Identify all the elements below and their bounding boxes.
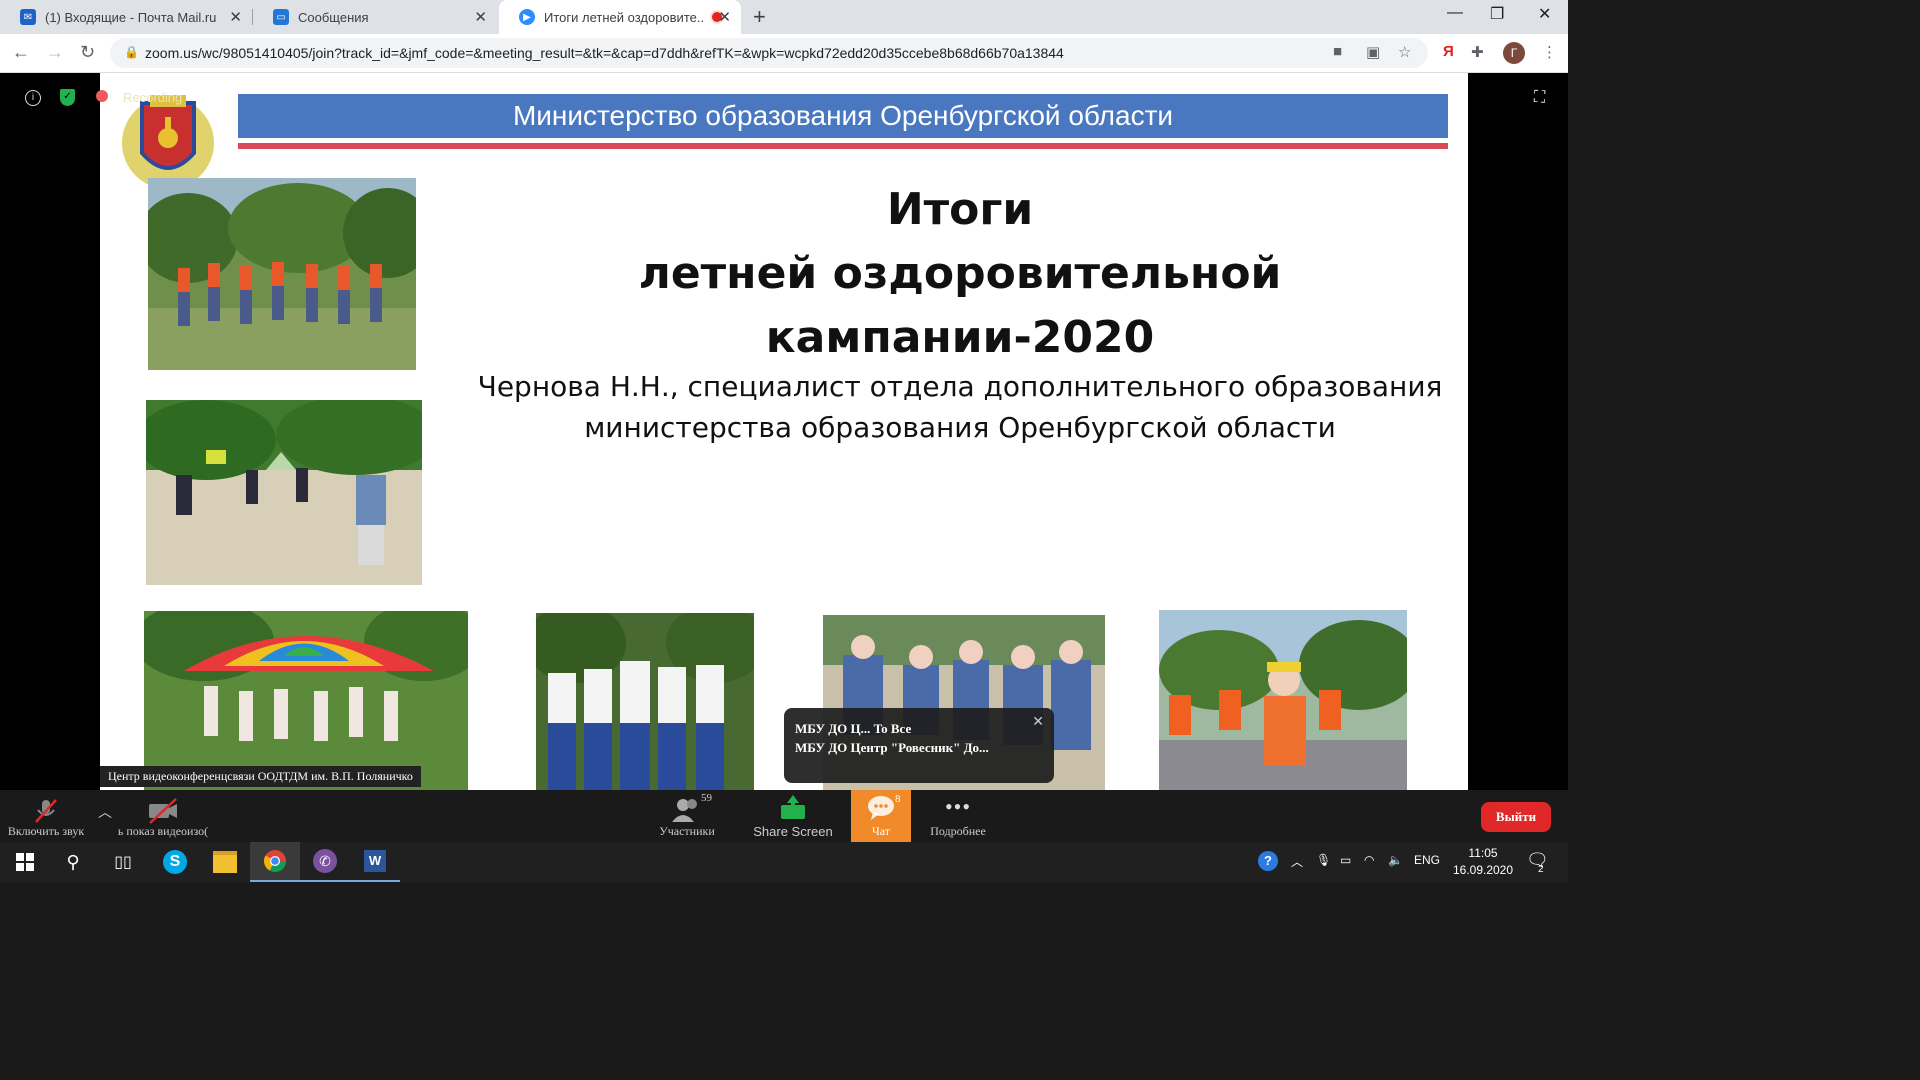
viber-icon[interactable]: ✆ (300, 842, 350, 882)
skype-icon[interactable]: S (150, 842, 200, 882)
recording-indicator-icon (96, 90, 108, 102)
avatar-initial: Г (1510, 46, 1518, 60)
search-icon[interactable]: ⚲ (48, 842, 98, 882)
share-screen-icon (752, 793, 834, 825)
photo-dancing-group (148, 178, 416, 370)
tab-zoom-title: Итоги летней оздоровите... (544, 9, 704, 25)
task-view-icon[interactable]: ▯▯ (98, 842, 148, 882)
microphone-icon[interactable]: 🎙 (1316, 853, 1331, 867)
chat-count-badge: 8 (895, 793, 901, 805)
chat-label: Чат (871, 824, 891, 838)
participants-label: Участники (659, 824, 715, 838)
close-icon[interactable]: ✕ (1032, 714, 1044, 731)
battery-icon[interactable]: ▭ (1340, 853, 1351, 867)
windows-taskbar: ⚲ ▯▯ S ✆ W ? ︿ 🎙 ▭ ◠ 🔈 ENG 11:05 16.09.2… (0, 842, 1568, 882)
address-bar[interactable]: 🔒 zoom.us/wc/98051410405/join?track_id=&… (110, 38, 1428, 68)
tab-mail-title: (1) Входящие - Почта Mail.ru (45, 9, 217, 25)
start-video-button[interactable]: ь показ видеоизо( (116, 790, 210, 842)
photo-girl-microphone (1159, 610, 1407, 790)
new-tab-button[interactable]: + (753, 4, 766, 30)
help-icon[interactable]: ? (1258, 851, 1278, 871)
meeting-view: i ✓ Министерство образования Оренбургско… (0, 73, 1568, 790)
file-explorer-icon[interactable] (200, 842, 250, 882)
shield-icon[interactable]: ✓ (60, 89, 75, 106)
url-text[interactable]: zoom.us/wc/98051410405/join?track_id=&jm… (145, 45, 1064, 61)
ministry-banner: Министерство образования Оренбургской об… (238, 94, 1448, 140)
chevron-up-icon[interactable]: ︿ (1291, 853, 1303, 870)
info-icon[interactable]: i (25, 90, 41, 106)
mail-icon: ✉ (20, 9, 36, 25)
tab-zoom[interactable]: ▶ Итоги летней оздоровите... ✕ (499, 0, 741, 34)
browser-tab-bar: ✉ (1) Входящие - Почта Mail.ru ✕ ▭ Сообщ… (0, 0, 1568, 34)
close-icon[interactable]: ✕ (474, 8, 487, 26)
shared-slide: Министерство образования Оренбургской об… (100, 73, 1468, 790)
fullscreen-icon[interactable]: ⛶ (1534, 89, 1545, 107)
translate-icon[interactable]: ▣ (1366, 43, 1380, 61)
reload-button[interactable]: ↻ (80, 42, 95, 63)
more-label: Подробнее (930, 824, 986, 838)
slide-author: Чернова Н.Н., специалист отдела дополнит… (460, 366, 1460, 448)
menu-icon[interactable]: ⋮ (1542, 43, 1557, 61)
photo-sand-football (146, 400, 422, 585)
chat-bubble-icon (851, 794, 911, 826)
windows-logo-icon (16, 853, 34, 871)
chat-notification[interactable]: МБУ ДО Ц... To Все МБУ ДО Центр "Ровесни… (784, 708, 1054, 783)
system-clock[interactable]: 11:05 16.09.2020 (1448, 845, 1518, 879)
bookmark-star-icon[interactable]: ☆ (1398, 43, 1411, 61)
lock-icon[interactable]: 🔒 (124, 45, 139, 59)
unmute-button[interactable]: Включить звук (0, 790, 92, 842)
forward-button[interactable]: → (46, 42, 64, 63)
close-icon[interactable]: ✕ (229, 8, 242, 26)
more-button[interactable]: ••• Подробнее (926, 790, 990, 842)
chat-notification-sender: МБУ ДО Ц... To Все (795, 721, 912, 736)
extensions-icon[interactable]: ✚ (1471, 43, 1484, 61)
meeting-controls: Включить звук ︿ ь показ видеоизо( 59 Уча… (0, 790, 1568, 842)
yandex-icon[interactable]: Я (1443, 43, 1454, 60)
minimize-button[interactable]: — (1447, 4, 1463, 22)
video-label: ь показ видеоизо( (117, 824, 209, 838)
banner-underline (238, 143, 1448, 149)
participant-name-caption: Центр видеоконференцсвязи ООДТДМ им. В.П… (100, 766, 421, 787)
language-indicator[interactable]: ENG (1414, 853, 1440, 867)
slide-author-line2: министерства образования Оренбургской об… (584, 411, 1336, 444)
chrome-icon[interactable] (250, 842, 300, 882)
slide-title-line2: летней оздоровительной кампании-2020 (638, 248, 1282, 363)
close-icon[interactable]: ✕ (718, 8, 731, 26)
notifications-count: 2 (1538, 864, 1544, 875)
back-button[interactable]: ← (12, 42, 30, 63)
leave-meeting-button[interactable]: Выйти (1481, 802, 1551, 832)
restore-button[interactable]: ❐ (1490, 4, 1504, 24)
photo-group-tshirts (536, 613, 754, 790)
chat-icon: ▭ (273, 9, 289, 25)
recording-label: Recording (123, 90, 183, 105)
clock-time: 11:05 (1468, 846, 1498, 860)
slide-title: Итоги летней оздоровительной кампании-20… (460, 178, 1460, 370)
tab-messages[interactable]: ▭ Сообщения ✕ (253, 0, 497, 34)
chat-button[interactable]: 8 Чат (851, 790, 911, 842)
chevron-up-icon: ︿ (98, 806, 112, 821)
share-screen-button[interactable]: Share Screen (752, 790, 834, 842)
start-button[interactable] (0, 842, 50, 882)
participants-button[interactable]: 59 Участники (655, 790, 719, 842)
more-dots-icon: ••• (944, 794, 972, 819)
camera-icon[interactable]: ■ (1333, 43, 1342, 60)
slide-title-line1: Итоги (886, 184, 1034, 235)
wifi-icon[interactable]: ◠ (1364, 853, 1374, 867)
close-window-button[interactable]: ✕ (1538, 4, 1551, 24)
share-screen-label: Share Screen (753, 824, 833, 839)
profile-avatar[interactable]: Г (1503, 42, 1525, 64)
photo-parachute-game (144, 611, 468, 790)
audio-options-button[interactable]: ︿ (94, 790, 116, 842)
clock-date: 16.09.2020 (1452, 863, 1514, 877)
tab-mail[interactable]: ✉ (1) Входящие - Почта Mail.ru ✕ (0, 0, 252, 34)
word-icon[interactable]: W (350, 842, 400, 882)
zoom-icon: ▶ (519, 9, 535, 25)
chat-notification-message: МБУ ДО Центр "Ровесник" До... (795, 740, 989, 755)
participants-count: 59 (701, 792, 712, 804)
unmute-label: Включить звук (7, 824, 85, 838)
slide-author-line1: Чернова Н.Н., специалист отдела дополнит… (477, 370, 1443, 403)
browser-toolbar: ← → ↻ 🔒 zoom.us/wc/98051410405/join?trac… (0, 34, 1568, 73)
tab-messages-title: Сообщения (298, 9, 369, 25)
volume-icon[interactable]: 🔈 (1388, 853, 1403, 867)
